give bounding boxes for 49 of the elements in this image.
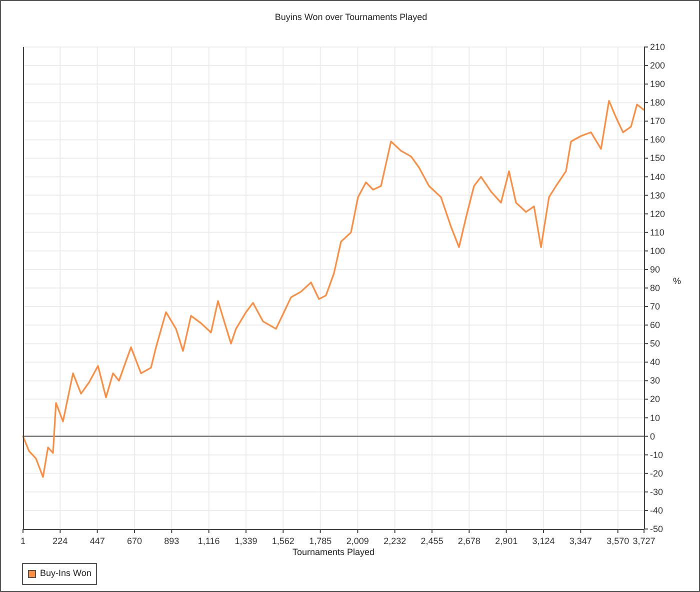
tick-label: 1,785 bbox=[309, 536, 332, 546]
tick-label: 1,116 bbox=[198, 536, 220, 546]
tick-label: -20 bbox=[650, 468, 664, 478]
tick-label: 670 bbox=[126, 536, 142, 546]
tick-label: 2,009 bbox=[346, 536, 369, 546]
tick-label: 1 bbox=[20, 536, 26, 546]
tick-label: 2,232 bbox=[384, 536, 406, 546]
tick-label: 40 bbox=[650, 357, 660, 368]
tick-label: 160 bbox=[650, 134, 666, 145]
legend-label: Buy-Ins Won bbox=[40, 567, 92, 580]
tick-label: 1,562 bbox=[272, 536, 294, 546]
tick-label: 110 bbox=[650, 227, 664, 238]
axis-title: % bbox=[673, 276, 681, 286]
tick-label: 224 bbox=[52, 536, 68, 546]
tick-label: 190 bbox=[650, 79, 666, 90]
tick-label: 3,570 bbox=[606, 536, 630, 546]
tick-label: 100 bbox=[650, 246, 666, 256]
tick-label: 1,339 bbox=[234, 536, 258, 546]
tick-label: 50 bbox=[650, 338, 660, 349]
tick-label: 180 bbox=[650, 98, 666, 108]
tick-label: 210 bbox=[650, 42, 666, 52]
tick-label: 10 bbox=[650, 412, 660, 423]
tick-label: 2,455 bbox=[420, 536, 444, 546]
tick-label: 90 bbox=[650, 264, 660, 274]
axis-title: Tournaments Played bbox=[292, 547, 375, 557]
tick-label: 2,678 bbox=[458, 536, 480, 546]
tick-label: 130 bbox=[650, 190, 666, 200]
tick-label: 2,901 bbox=[495, 536, 518, 546]
tick-label: 140 bbox=[650, 172, 666, 182]
tick-label: 70 bbox=[650, 302, 660, 312]
tick-label: 200 bbox=[650, 60, 666, 71]
tick-label: 447 bbox=[90, 536, 105, 546]
tick-label: 150 bbox=[650, 153, 666, 164]
tick-label: -50 bbox=[650, 524, 664, 534]
tick-label: -30 bbox=[650, 486, 664, 497]
tick-label: 60 bbox=[650, 320, 660, 330]
tick-label: -10 bbox=[650, 450, 664, 460]
tick-label: 0 bbox=[650, 431, 656, 442]
tick-label: 30 bbox=[650, 376, 660, 386]
tick-label: 170 bbox=[650, 116, 666, 126]
tick-label: 80 bbox=[650, 283, 660, 293]
tick-label: 893 bbox=[164, 536, 180, 546]
tick-label: 3,347 bbox=[569, 536, 592, 546]
tick-label: 3,727 bbox=[632, 536, 656, 546]
tick-label: 3,124 bbox=[532, 536, 555, 546]
tick-label: 120 bbox=[650, 208, 666, 219]
tick-label: 20 bbox=[650, 394, 660, 404]
chart-title: Buyins Won over Tournaments Played bbox=[274, 12, 428, 22]
tick-label: -40 bbox=[650, 505, 664, 516]
